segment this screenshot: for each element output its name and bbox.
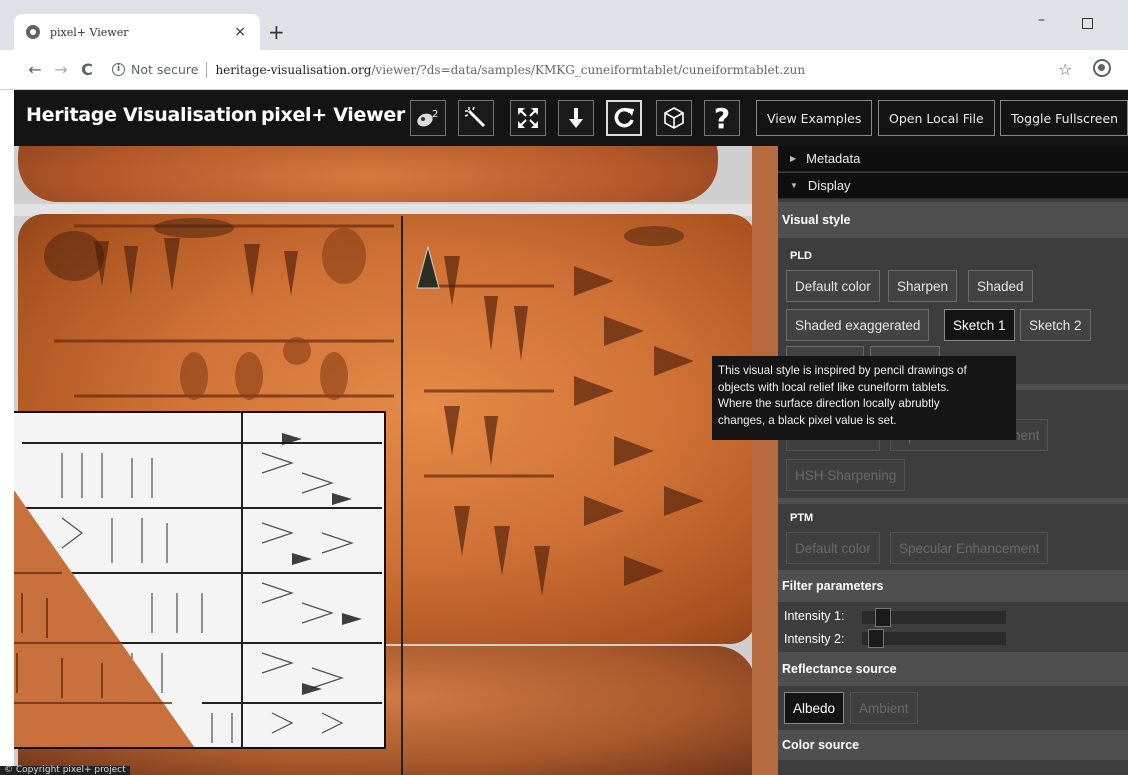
metadata-label: Metadata	[806, 151, 861, 166]
caret-right-icon: ▶	[790, 154, 797, 163]
omnibox-divider	[206, 61, 208, 78]
info-icon[interactable]: i	[112, 63, 125, 76]
pld-shaded-button[interactable]: Shaded	[968, 270, 1033, 302]
account-icon[interactable]	[1093, 59, 1111, 77]
tab-strip: pixel+ Viewer × + –	[0, 0, 1128, 50]
url-host: heritage-visualisation.org	[215, 62, 372, 77]
not-secure-label: Not secure	[131, 62, 199, 77]
control-panel: ▶ Metadata ▼ Display Visual style PLD De…	[778, 146, 1128, 775]
browser-window: pixel+ Viewer × + – ← → C i Not secure h…	[0, 0, 1128, 775]
visual-style-header: Visual style	[778, 202, 1128, 238]
intensity2-slider-thumb[interactable]	[868, 629, 885, 648]
reflectance-source-header: Reflectance source	[778, 652, 1128, 686]
download-arrow-icon[interactable]	[558, 100, 594, 136]
browser-tab[interactable]: pixel+ Viewer ×	[14, 14, 260, 50]
split-divider[interactable]	[401, 216, 403, 775]
intensity2-slider[interactable]	[862, 629, 1006, 648]
display-label: Display	[807, 178, 851, 193]
sketch1-tooltip: This visual style is inspired by pencil …	[712, 356, 1016, 440]
intensity1-slider[interactable]	[862, 608, 1006, 627]
brand-title[interactable]: Heritage Visualisation	[26, 104, 257, 126]
hsh-sharpening-button[interactable]: HSH Sharpening	[786, 459, 906, 491]
new-tab-icon[interactable]: +	[268, 22, 285, 42]
pld-label: PLD	[790, 250, 812, 262]
url-path: /viewer/?ds=data/samples/KMKG_cuneiformt…	[371, 62, 806, 77]
pld-default-color-button[interactable]: Default color	[786, 270, 880, 302]
tooltip-line: This visual style is inspired by pencil …	[718, 364, 967, 377]
svg-text:2: 2	[432, 109, 438, 120]
ptm-specular-enhancement-button[interactable]: Specular Enhancement	[890, 532, 1049, 564]
view-examples-button[interactable]: View Examples	[756, 100, 873, 136]
app-header: Heritage Visualisation pixel+ Viewer 2 ?…	[14, 90, 1128, 146]
metadata-section-header[interactable]: ▶ Metadata	[778, 146, 1128, 172]
magic-wand-icon[interactable]	[458, 100, 494, 136]
viewer-title: pixel+ Viewer	[261, 104, 405, 126]
fullscreen-arrows-icon[interactable]	[510, 100, 546, 136]
pld-sharpen-button[interactable]: Sharpen	[888, 270, 958, 302]
address-bar: ← → C i Not secure heritage-visualisatio…	[0, 50, 1128, 90]
ptm-label: PTM	[790, 512, 814, 524]
tab-title: pixel+ Viewer	[50, 25, 129, 39]
albedo-button[interactable]: Albedo	[784, 692, 845, 724]
omnibox[interactable]: i Not secure heritage-visualisation.org …	[112, 56, 1042, 84]
light-direction-marker[interactable]	[416, 246, 440, 290]
display-section-header[interactable]: ▼ Display	[778, 173, 1128, 199]
intensity1-slider-thumb[interactable]	[874, 608, 891, 627]
forward-arrow-icon[interactable]: →	[48, 60, 74, 79]
pld-sketch1-button[interactable]: Sketch 1	[944, 309, 1015, 341]
tooltip-line: changes, a black pixel value is set.	[718, 413, 897, 427]
ptm-divider	[778, 498, 1128, 504]
ptm-default-color-button[interactable]: Default color	[786, 532, 880, 564]
color-source-header: Color source	[778, 730, 1128, 760]
help-icon[interactable]: ?	[704, 100, 740, 136]
close-tab-icon[interactable]: ×	[234, 24, 246, 40]
filter-parameters-header: Filter parameters	[778, 570, 1128, 602]
cube-icon[interactable]	[656, 100, 692, 136]
back-arrow-icon[interactable]: ←	[22, 60, 48, 79]
intensity1-label: Intensity 1:	[784, 609, 845, 623]
pld-shaded-exaggerated-button[interactable]: Shaded exaggerated	[786, 309, 930, 341]
caret-down-icon: ▼	[790, 181, 798, 190]
reload-icon[interactable]: C	[74, 60, 100, 79]
minimize-icon[interactable]: –	[1038, 12, 1045, 28]
tooltip-line: Where the surface direction locally abru…	[718, 397, 940, 410]
bookmark-star-icon[interactable]: ☆	[1058, 60, 1072, 79]
refresh-icon[interactable]	[606, 100, 642, 136]
tooltip-line: objects with local relief like cuneiform…	[718, 380, 950, 394]
sketch-preview-inset	[14, 411, 386, 749]
favicon-icon	[26, 25, 40, 39]
panel-gutter	[752, 146, 778, 775]
open-local-file-button[interactable]: Open Local File	[878, 100, 995, 136]
maximize-icon[interactable]	[1082, 18, 1093, 29]
image-viewport[interactable]	[14, 146, 752, 775]
copyright-notice: © Copyright pixel+ project	[0, 766, 130, 775]
light-source-icon[interactable]: 2	[410, 100, 446, 136]
toggle-fullscreen-button[interactable]: Toggle Fullscreen	[1000, 100, 1128, 136]
intensity2-label: Intensity 2:	[784, 632, 845, 646]
pld-sketch2-button[interactable]: Sketch 2	[1020, 309, 1091, 341]
ambient-button[interactable]: Ambient	[850, 692, 918, 724]
